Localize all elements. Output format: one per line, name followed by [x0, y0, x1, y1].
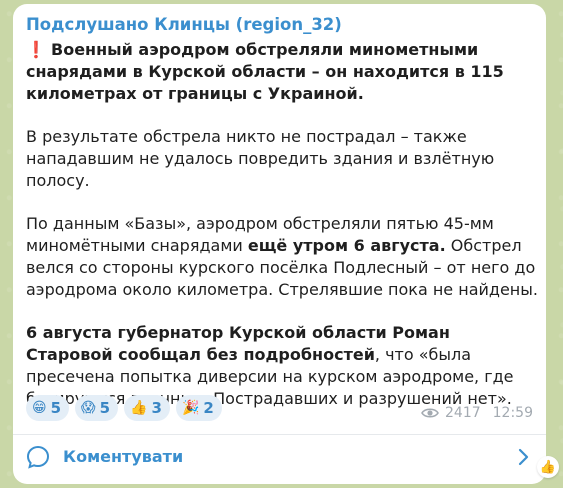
post-paragraph-1: В результате обстрела никто не пострадал…: [26, 127, 495, 190]
headline-text: Военный аэродром обстреляли минометными …: [26, 40, 504, 103]
chevron-right-icon: [518, 448, 529, 466]
reaction-count: 5: [99, 399, 111, 417]
reaction-count: 2: [203, 399, 214, 417]
paragraph-2-bold: ещё утром 6 августа.: [247, 236, 446, 256]
party-popper-icon: 🎉: [181, 400, 200, 416]
post-headline: ❗ Военный аэродром обстреляли минометным…: [26, 39, 538, 104]
reaction-thumbs-up[interactable]: 👍 3: [124, 395, 170, 421]
thumbs-up-icon: 👍: [130, 400, 148, 416]
thumbs-up-icon: 👍: [539, 459, 557, 475]
grinning-face-icon: 😁: [32, 400, 47, 416]
reaction-grinning[interactable]: 😁 5: [26, 395, 70, 421]
reaction-screaming[interactable]: 😱 5: [75, 395, 119, 421]
comments-button[interactable]: Коментувати: [13, 435, 546, 480]
reaction-count: 5: [50, 399, 62, 417]
message-bubble: Подслушано Клинцы (region_32) ❗ Военный …: [13, 4, 546, 484]
post-text: ❗ Военный аэродром обстреляли минометным…: [26, 39, 538, 410]
quick-reaction-button[interactable]: 👍: [537, 456, 559, 478]
view-count: 2417: [445, 405, 481, 421]
comments-label: Коментувати: [63, 447, 184, 466]
reactions-bar: 😁 5 😱 5 👍 3 🎉 2: [26, 395, 222, 421]
reaction-count: 3: [151, 399, 162, 417]
message-meta: 2417 12:59: [421, 405, 533, 421]
exclamation-icon: ❗: [26, 40, 46, 59]
eye-icon: [421, 408, 439, 418]
reaction-party[interactable]: 🎉 2: [175, 395, 222, 421]
message-time: 12:59: [492, 405, 533, 421]
post-paragraph-2: По данным «Базы», аэродром обстреляли пя…: [26, 213, 538, 300]
screaming-face-icon: 😱: [81, 400, 96, 416]
comment-bubble-icon: [26, 445, 50, 469]
channel-name[interactable]: Подслушано Клинцы (region_32): [26, 15, 342, 34]
